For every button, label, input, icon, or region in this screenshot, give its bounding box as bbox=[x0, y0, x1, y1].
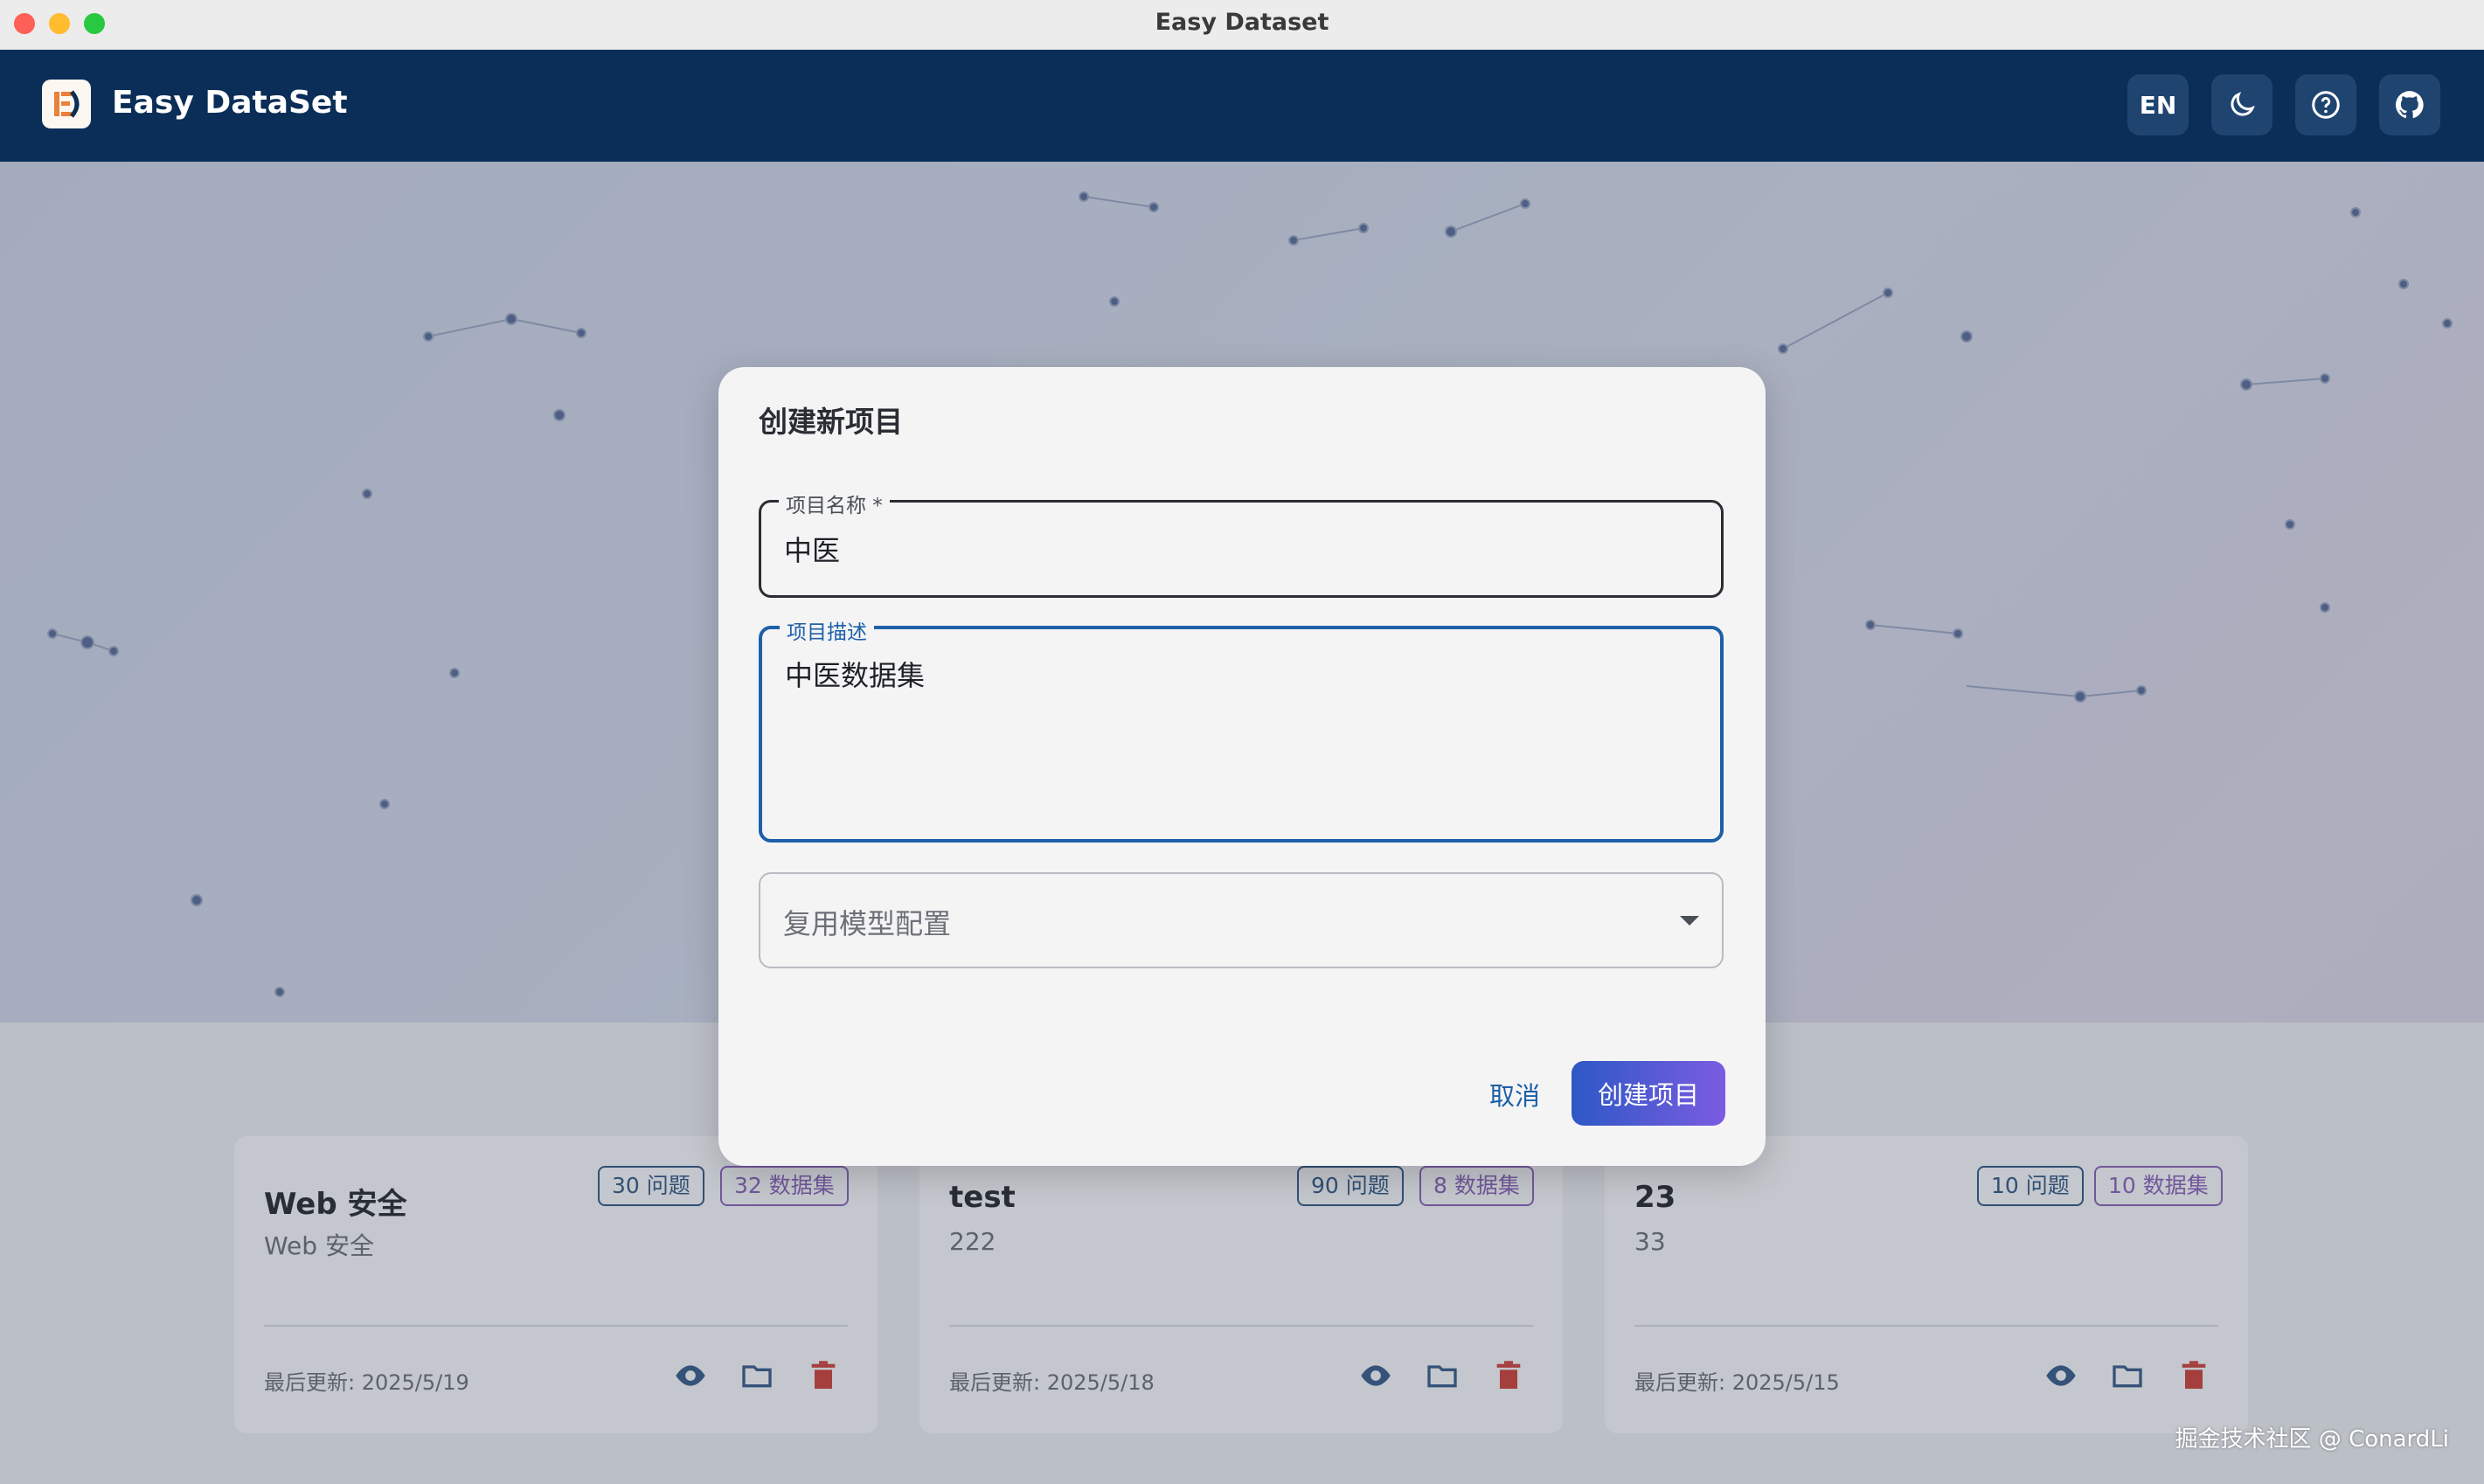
app-brand: Easy DataSet bbox=[112, 85, 348, 121]
cancel-button[interactable]: 取消 bbox=[1470, 1063, 1559, 1126]
project-name-label: 项目名称 * bbox=[779, 489, 890, 518]
moon-icon bbox=[2231, 92, 2255, 116]
github-icon bbox=[2396, 91, 2424, 119]
window-title: Easy Dataset bbox=[1155, 9, 1329, 36]
create-project-dialog: 创建新项目 项目名称 * 中医 项目描述 中医数据集 复用模型配置 取消 创建项… bbox=[718, 367, 1766, 1166]
help-button[interactable] bbox=[2295, 74, 2356, 135]
project-description-label: 项目描述 bbox=[780, 615, 874, 645]
window-titlebar: Easy Dataset bbox=[0, 0, 2484, 50]
reuse-model-config-select[interactable]: 复用模型配置 bbox=[759, 872, 1724, 968]
project-name-input[interactable]: 中医 bbox=[784, 529, 840, 569]
project-name-field[interactable]: 项目名称 * 中医 bbox=[759, 489, 1724, 598]
app-logo-icon bbox=[42, 80, 91, 128]
theme-toggle-button[interactable] bbox=[2211, 74, 2272, 135]
language-toggle-button[interactable]: EN bbox=[2127, 74, 2189, 135]
reuse-model-config-placeholder: 复用模型配置 bbox=[783, 907, 952, 940]
project-description-field[interactable]: 项目描述 中医数据集 bbox=[759, 615, 1724, 843]
project-description-input[interactable]: 中医数据集 bbox=[785, 654, 925, 694]
watermark: 掘金技术社区 @ ConardLi bbox=[2175, 1426, 2449, 1453]
github-button[interactable] bbox=[2379, 74, 2440, 135]
dialog-title: 创建新项目 bbox=[759, 405, 903, 439]
chevron-down-icon bbox=[1680, 916, 1699, 926]
help-circle-icon bbox=[2312, 91, 2340, 119]
create-project-button[interactable]: 创建项目 bbox=[1572, 1061, 1725, 1126]
app-header: Easy DataSet EN bbox=[0, 50, 2484, 162]
